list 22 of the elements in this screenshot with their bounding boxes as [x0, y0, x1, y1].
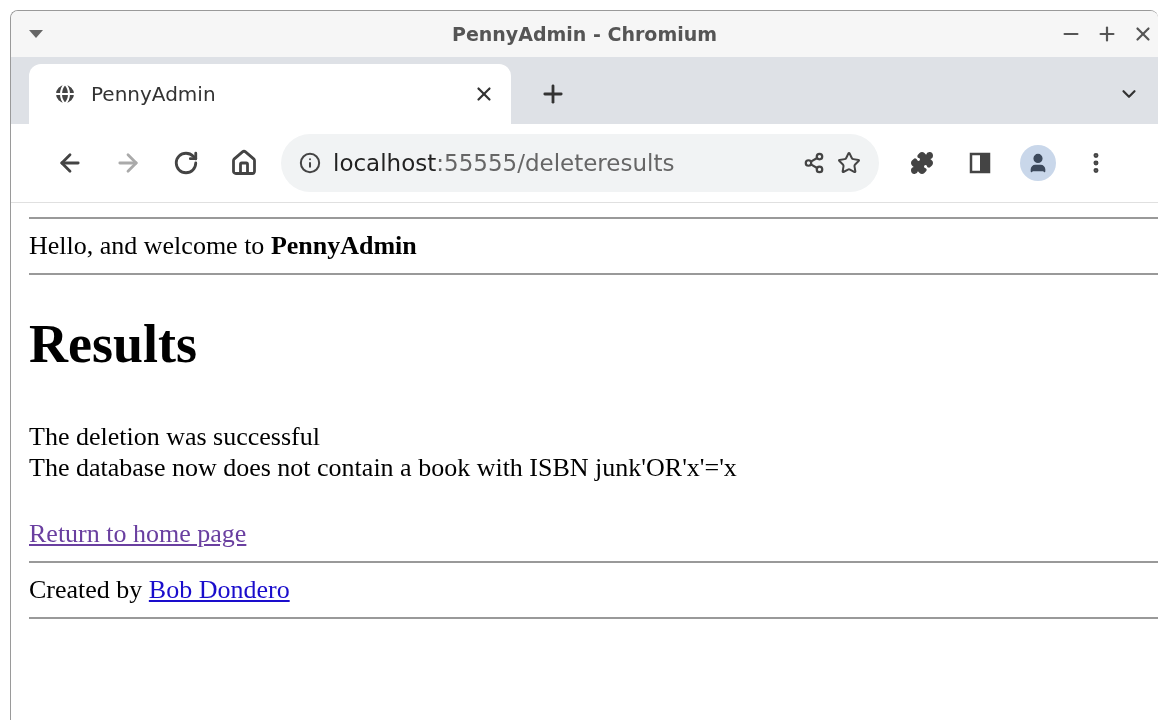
globe-icon	[53, 82, 77, 106]
result-message: The database now does not contain a book with ISBN junk'OR'x'='x	[29, 452, 738, 484]
dropdown-triangle-icon[interactable]	[29, 30, 43, 38]
home-page-link[interactable]: Return to home page	[29, 519, 247, 549]
side-panel-icon[interactable]	[969, 152, 991, 174]
browser-tab[interactable]: PennyAdmin	[29, 64, 511, 124]
window-title: PennyAdmin - Chromium	[452, 23, 717, 45]
puzzle-icon[interactable]	[910, 151, 934, 175]
home-icon[interactable]	[230, 149, 258, 177]
reload-icon[interactable]	[173, 150, 199, 176]
address-bar[interactable]: localhost:55555/deleteresults	[281, 134, 879, 192]
url-text: localhost:55555/deleteresults	[333, 150, 676, 176]
tab-title: PennyAdmin	[91, 82, 217, 106]
welcome-text: Hello, and welcome to PennyAdmin	[29, 230, 418, 262]
author-link[interactable]: Bob Dondero	[148, 575, 290, 605]
result-message: The deletion was successful	[29, 421, 321, 453]
profile-avatar[interactable]	[1020, 145, 1056, 181]
share-icon[interactable]	[803, 152, 825, 174]
created-by-text: Created by	[29, 575, 143, 605]
info-icon[interactable]	[299, 152, 321, 174]
page-heading: Results	[29, 313, 198, 375]
star-icon[interactable]	[837, 151, 861, 175]
